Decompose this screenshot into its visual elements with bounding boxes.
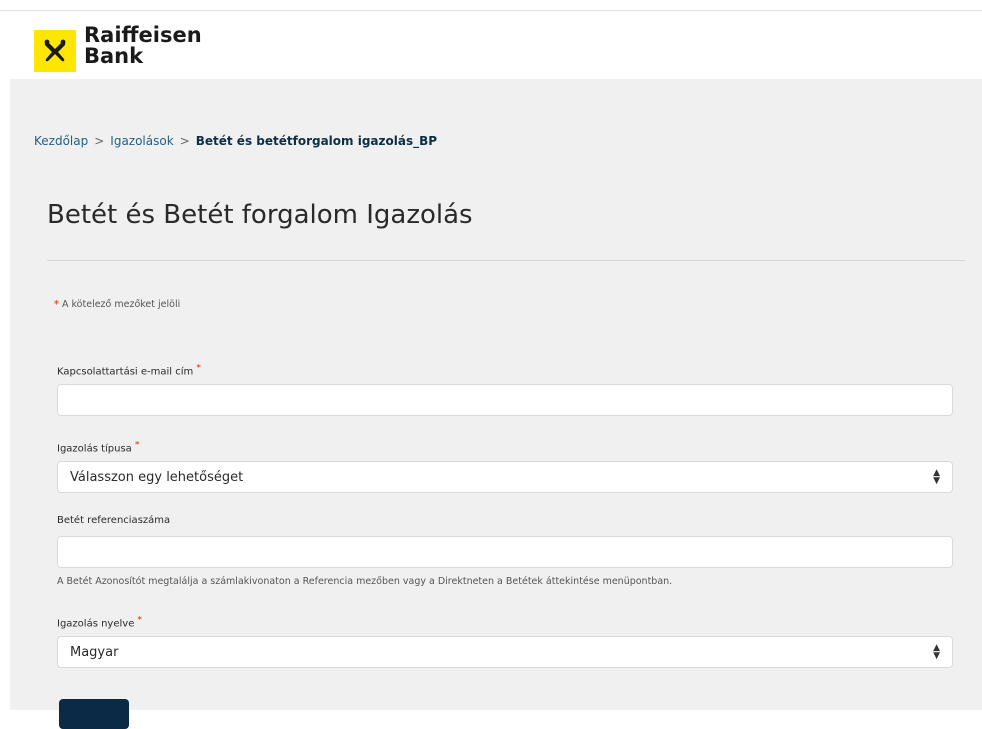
brand-name[interactable]: Raiffeisen Bank xyxy=(84,25,202,67)
language-label-text: Igazolás nyelve xyxy=(57,618,135,630)
page-title: Betét és Betét forgalom Igazolás xyxy=(47,200,473,230)
required-note-text: A kötelező mezőket jelöli xyxy=(62,299,181,310)
breadcrumb-certificates[interactable]: Igazolások xyxy=(110,134,173,148)
breadcrumb-home[interactable]: Kezdőlap xyxy=(34,134,88,148)
reference-input[interactable] xyxy=(58,537,952,567)
email-field[interactable] xyxy=(57,384,953,416)
crossed-horses-icon xyxy=(44,39,66,62)
site-header: Raiffeisen Bank xyxy=(0,11,982,79)
email-label-text: Kapcsolattartási e-mail cím xyxy=(57,366,194,378)
title-divider xyxy=(47,260,965,261)
brand-line-2: Bank xyxy=(84,44,144,68)
email-label: Kapcsolattartási e-mail cím * xyxy=(57,362,201,377)
main-content: Kezdőlap > Igazolások > Betét és betétfo… xyxy=(10,79,982,729)
raiffeisen-logo-icon[interactable] xyxy=(34,30,76,72)
breadcrumb: Kezdőlap > Igazolások > Betét és betétfo… xyxy=(34,134,437,148)
required-star: * xyxy=(137,614,142,624)
submit-button[interactable] xyxy=(59,699,129,729)
language-label: Igazolás nyelve * xyxy=(57,614,142,629)
select-arrows-icon: ▲ ▼ xyxy=(933,468,940,486)
breadcrumb-current: Betét és betétforgalom igazolás_BP xyxy=(195,134,438,148)
reference-label: Betét referenciaszáma xyxy=(57,515,170,526)
breadcrumb-separator: > xyxy=(94,134,105,148)
required-star: * xyxy=(135,439,140,449)
type-label-text: Igazolás típusa xyxy=(57,443,132,455)
reference-field[interactable] xyxy=(57,536,953,568)
brand-line-1: Raiffeisen xyxy=(84,23,202,47)
required-note: * A kötelező mezőket jelöli xyxy=(54,299,180,310)
breadcrumb-separator: > xyxy=(179,134,190,148)
language-value: Magyar xyxy=(70,644,119,660)
language-select[interactable]: Magyar ▲ ▼ xyxy=(57,636,953,668)
select-arrows-icon: ▲ ▼ xyxy=(933,643,940,661)
email-input[interactable] xyxy=(58,385,952,415)
reference-label-text: Betét referenciaszáma xyxy=(57,515,171,526)
required-star: * xyxy=(196,362,201,372)
type-label: Igazolás típusa * xyxy=(57,439,139,454)
required-star: * xyxy=(54,299,59,310)
certificate-type-select[interactable]: Válasszon egy lehetőséget ▲ ▼ xyxy=(57,461,953,493)
reference-help-text: A Betét Azonosítót megtalálja a számlaki… xyxy=(57,576,673,587)
certificate-type-value: Válasszon egy lehetőséget xyxy=(70,469,244,485)
